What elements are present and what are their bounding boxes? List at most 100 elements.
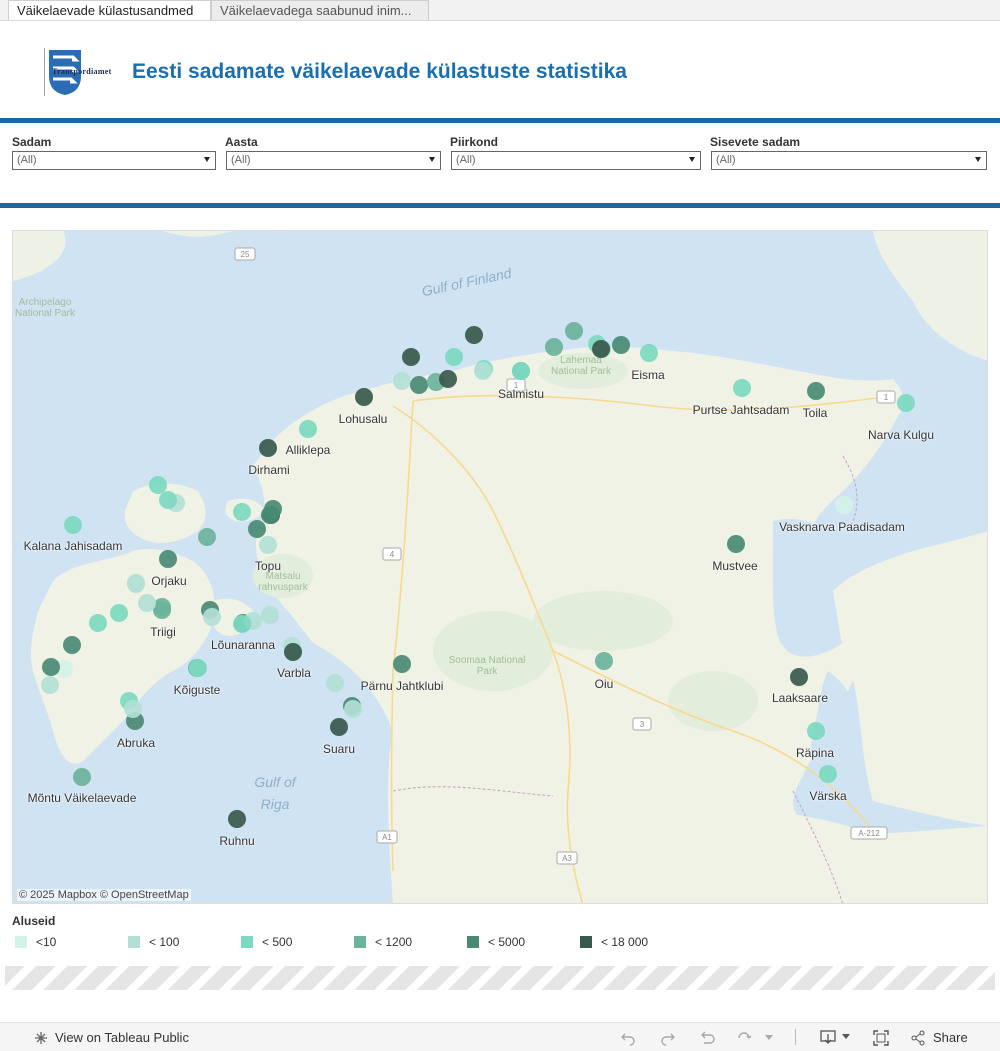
port-marker[interactable]	[110, 604, 128, 622]
place-label: Pärnu Jahtklubi	[360, 679, 444, 693]
logo-wordmark: Transpordiamet	[52, 67, 112, 76]
port-marker[interactable]	[640, 344, 658, 362]
port-marker[interactable]	[233, 615, 251, 633]
port-marker[interactable]	[344, 700, 362, 718]
port-marker[interactable]	[189, 659, 207, 677]
port-marker[interactable]	[393, 372, 411, 390]
page-title: Eesti sadamate väikelaevade külastuste s…	[132, 60, 627, 83]
park-label-soomaa: Soomaa National Park	[448, 655, 526, 677]
place-label: Topu	[254, 559, 282, 573]
map-base: 25 1 4 3 A1 A3 A-212 1	[13, 231, 987, 903]
port-marker[interactable]	[512, 362, 530, 380]
port-marker[interactable]	[64, 516, 82, 534]
port-marker[interactable]	[198, 528, 216, 546]
legend-swatch	[467, 936, 479, 948]
tableau-logo-icon	[35, 1032, 47, 1044]
port-marker[interactable]	[565, 322, 583, 340]
port-marker[interactable]	[259, 439, 277, 457]
view-on-tableau-public-link[interactable]: View on Tableau Public	[55, 1030, 189, 1045]
port-marker[interactable]	[727, 535, 745, 553]
port-marker[interactable]	[124, 700, 142, 718]
port-marker[interactable]	[807, 382, 825, 400]
legend-swatch	[128, 936, 140, 948]
port-marker[interactable]	[248, 520, 266, 538]
place-label: Ruhnu	[219, 834, 255, 848]
map-view[interactable]: 25 1 4 3 A1 A3 A-212 1 Gulf of Finland G…	[12, 230, 988, 904]
place-label: Alliklepa	[285, 443, 331, 457]
port-marker[interactable]	[592, 340, 610, 358]
port-marker[interactable]	[545, 338, 563, 356]
road-number-a212: A-212	[858, 829, 880, 838]
undo-icon[interactable]	[620, 1030, 636, 1046]
place-label: Oiu	[594, 677, 614, 691]
port-marker[interactable]	[284, 643, 302, 661]
fullscreen-icon[interactable]	[873, 1030, 889, 1046]
tab-arrived-people[interactable]: Väikelaevadega saabunud inim...	[211, 0, 429, 20]
road-number-a1: A1	[382, 833, 392, 842]
port-marker[interactable]	[393, 655, 411, 673]
port-marker[interactable]	[299, 420, 317, 438]
port-marker[interactable]	[233, 503, 251, 521]
tab-visits-data[interactable]: Väikelaevade külastusandmed	[8, 0, 211, 20]
port-marker[interactable]	[159, 491, 177, 509]
download-icon[interactable]	[820, 1030, 838, 1046]
redo-icon[interactable]	[660, 1030, 676, 1046]
sea-label-gulf-of-riga: Gulf of Riga	[254, 774, 296, 812]
legend-label: < 100	[149, 935, 180, 949]
place-label: Laaksaare	[771, 691, 829, 705]
filter-select-aasta[interactable]: (All)	[226, 151, 441, 170]
port-marker[interactable]	[159, 550, 177, 568]
port-marker[interactable]	[42, 658, 60, 676]
filter-label-piirkond: Piirkond	[450, 135, 499, 149]
road-number-3: 3	[640, 720, 645, 729]
port-marker[interactable]	[474, 362, 492, 380]
legend-swatch	[241, 936, 253, 948]
filter-select-piirkond[interactable]: (All)	[451, 151, 701, 170]
port-marker[interactable]	[138, 594, 156, 612]
chevron-down-icon[interactable]	[764, 1034, 774, 1042]
legend-swatch	[580, 936, 592, 948]
port-marker[interactable]	[445, 348, 463, 366]
port-marker[interactable]	[330, 718, 348, 736]
filter-select-sadam[interactable]: (All)	[12, 151, 216, 170]
share-icon[interactable]	[910, 1030, 926, 1046]
port-marker[interactable]	[63, 636, 81, 654]
toolbar-divider	[795, 1029, 796, 1045]
refresh-icon[interactable]	[736, 1030, 752, 1046]
port-marker[interactable]	[228, 810, 246, 828]
port-marker[interactable]	[595, 652, 613, 670]
port-marker[interactable]	[819, 765, 837, 783]
port-marker[interactable]	[807, 722, 825, 740]
port-marker[interactable]	[402, 348, 420, 366]
filter-value: (All)	[17, 154, 37, 166]
port-marker[interactable]	[89, 614, 107, 632]
revert-icon[interactable]	[700, 1030, 716, 1046]
place-label: Vasknarva Paadisadam	[779, 520, 905, 534]
port-marker[interactable]	[790, 668, 808, 686]
port-marker[interactable]	[835, 496, 853, 514]
port-marker[interactable]	[439, 370, 457, 388]
filter-select-sisevete-sadam[interactable]: (All)	[711, 151, 987, 170]
port-marker[interactable]	[203, 608, 221, 626]
port-marker[interactable]	[612, 336, 630, 354]
port-marker[interactable]	[264, 500, 282, 518]
port-marker[interactable]	[410, 376, 428, 394]
port-marker[interactable]	[733, 379, 751, 397]
port-marker[interactable]	[465, 326, 483, 344]
legend-label: < 5000	[488, 935, 526, 949]
filter-label-aasta: Aasta	[225, 135, 258, 149]
place-label: Narva Kulgu	[867, 428, 935, 442]
port-marker[interactable]	[41, 676, 59, 694]
share-button[interactable]: Share	[933, 1030, 968, 1045]
port-marker[interactable]	[326, 674, 344, 692]
port-marker[interactable]	[73, 768, 91, 786]
port-marker[interactable]	[127, 574, 145, 592]
chevron-down-icon[interactable]	[842, 1034, 850, 1040]
port-marker[interactable]	[355, 388, 373, 406]
port-marker[interactable]	[259, 536, 277, 554]
header-rule	[0, 118, 1000, 123]
port-marker[interactable]	[261, 606, 279, 624]
dropdown-arrow-icon	[429, 157, 435, 162]
port-marker[interactable]	[897, 394, 915, 412]
place-label: Abruka	[116, 736, 156, 750]
